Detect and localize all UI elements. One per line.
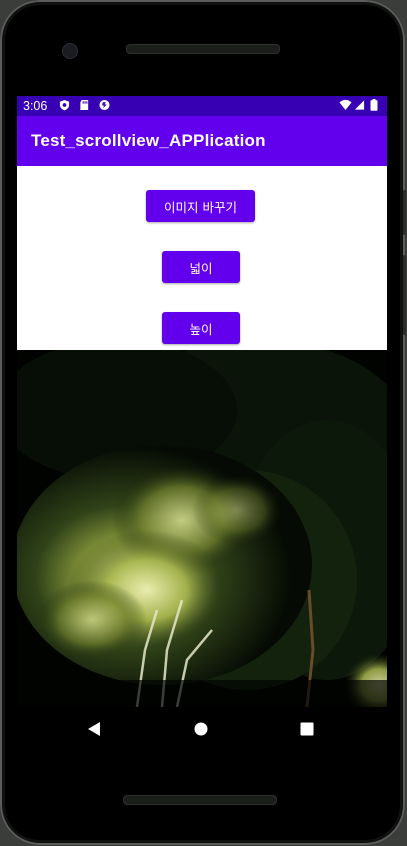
status-bar: 3:06 — [17, 96, 387, 116]
navigation-bar — [17, 707, 387, 751]
screen: 3:06 Test_scrollview_APPlication 이미지 바꾸기… — [17, 96, 387, 707]
button-panel: 이미지 바꾸기 넓이 높이 — [17, 166, 387, 350]
front-camera — [62, 43, 78, 59]
wifi-icon — [339, 99, 352, 110]
sd-card-icon — [80, 99, 89, 111]
location-icon — [99, 99, 110, 111]
recents-icon[interactable] — [300, 722, 314, 736]
change-image-button[interactable]: 이미지 바꾸기 — [146, 190, 255, 222]
app-title: Test_scrollview_APPlication — [31, 131, 266, 150]
power-button — [403, 190, 406, 235]
night-tree-photo — [17, 350, 387, 707]
app-bar: Test_scrollview_APPlication — [17, 116, 387, 166]
tree-image — [17, 350, 387, 707]
top-speaker — [126, 44, 280, 54]
battery-icon — [370, 99, 378, 111]
shield-icon — [59, 99, 70, 111]
status-time: 3:06 — [23, 99, 48, 113]
back-icon[interactable] — [87, 721, 101, 737]
home-icon[interactable] — [194, 722, 208, 736]
volume-button — [403, 255, 406, 335]
bottom-speaker — [123, 795, 277, 805]
height-button[interactable]: 높이 — [162, 312, 240, 344]
signal-icon — [354, 100, 365, 110]
width-button[interactable]: 넓이 — [162, 251, 240, 283]
